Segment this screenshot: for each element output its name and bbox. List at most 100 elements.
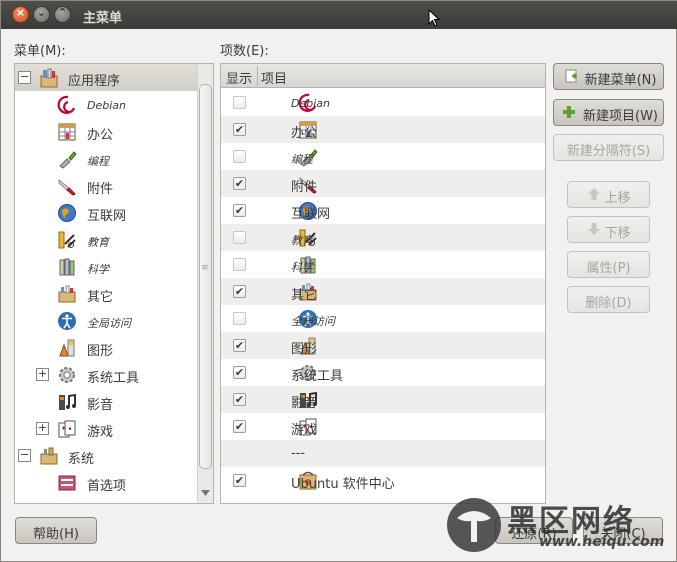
menus-label: 菜单(M): [14, 44, 66, 59]
table-row[interactable]: ✔ 办公 [221, 116, 545, 143]
show-checkbox[interactable]: ✔ [233, 204, 246, 217]
tree-item-label: 应用程序 [68, 74, 121, 89]
tree-item-label: 全局访问 [87, 317, 131, 330]
tree-item-label: 科学 [87, 263, 109, 276]
tree-item-label: 系统工具 [87, 371, 140, 386]
window-minimize-button[interactable]: ⌄ [33, 6, 50, 23]
item-label: 办公 [291, 126, 318, 141]
chevron-up-icon: ⌃ [57, 6, 68, 19]
tree-item[interactable]: Debian [15, 91, 198, 118]
menu-tree[interactable]: − 应用程序 Debian 办公编程附件互联网教育科学其它全局访问图形 + 系统工具影音 +… [14, 63, 214, 504]
new-item-button[interactable]: 新建项目(W) [553, 99, 664, 126]
show-checkbox[interactable]: ✔ [233, 177, 246, 190]
collapse-icon[interactable]: − [18, 449, 31, 462]
tree-item-label: 教育 [87, 236, 109, 249]
table-row[interactable]: ✔ 影音 [221, 386, 545, 413]
expand-icon[interactable]: + [36, 422, 49, 435]
move-up-button[interactable]: 上移 [567, 181, 650, 208]
watermark-logo-icon [447, 498, 501, 552]
show-checkbox[interactable]: ✔ [233, 285, 246, 298]
table-row[interactable]: ✔ 图形 [221, 332, 545, 359]
item-label: 游戏 [291, 423, 318, 438]
tree-item[interactable]: 科学 [15, 253, 198, 280]
table-row[interactable]: ✔ 互联网 [221, 197, 545, 224]
item-label: --- [291, 446, 306, 461]
item-label: 全局访问 [291, 315, 335, 328]
show-checkbox[interactable] [233, 96, 246, 109]
show-checkbox[interactable]: ✔ [233, 474, 246, 487]
tree-item[interactable]: 全局访问 [15, 307, 198, 334]
tree-item-label: 办公 [87, 128, 114, 143]
column-divider [257, 66, 258, 86]
show-checkbox[interactable] [233, 231, 246, 244]
window-title: 主菜单 [83, 11, 123, 26]
pane-grip-icon[interactable]: ≡ [201, 264, 209, 277]
item-label: 其它 [291, 288, 318, 303]
table-row[interactable]: ✔ 附件 [221, 170, 545, 197]
expand-icon[interactable]: + [36, 368, 49, 381]
show-checkbox[interactable] [233, 150, 246, 163]
table-row[interactable]: --- [221, 440, 545, 467]
show-checkbox[interactable]: ✔ [233, 123, 246, 136]
tree-item[interactable]: 办公 [15, 118, 198, 145]
tree-item[interactable]: − 系统 [15, 442, 198, 469]
table-row[interactable]: ✔ 系统工具 [221, 359, 545, 386]
collapse-icon[interactable]: − [18, 71, 31, 84]
items-table-header: 显示 项目 [221, 64, 545, 88]
item-label: 教育 [291, 234, 313, 247]
tree-item[interactable]: 教育 [15, 226, 198, 253]
watermark: 黑区网络 www.heiqu.com [441, 494, 677, 560]
tree-item[interactable]: 图形 [15, 334, 198, 361]
table-row[interactable]: Debian [221, 89, 545, 116]
window-close-button[interactable]: × [12, 6, 29, 23]
tree-item-label: 互联网 [87, 209, 127, 224]
tree-scrollbar[interactable] [197, 64, 213, 503]
tree-item-label: 影音 [87, 398, 114, 413]
delete-button[interactable]: 删除(D) [567, 286, 650, 313]
item-label: 系统工具 [291, 369, 344, 384]
title-bar[interactable]: × ⌄ ⌃ 主菜单 [1, 1, 677, 29]
tree-item[interactable]: 影音 [15, 388, 198, 415]
column-header-show[interactable]: 显示 [226, 68, 252, 87]
move-down-button[interactable]: 下移 [567, 216, 650, 243]
watermark-url: www.heiqu.com [539, 534, 665, 550]
table-row[interactable]: ✔ 其它 [221, 278, 545, 305]
show-checkbox[interactable]: ✔ [233, 420, 246, 433]
column-header-item[interactable]: 项目 [261, 68, 287, 87]
close-icon: × [15, 6, 26, 19]
show-checkbox[interactable] [233, 312, 246, 325]
show-checkbox[interactable] [233, 258, 246, 271]
main-menu-window: × ⌄ ⌃ 主菜单 菜单(M): 项数(E): − 应用程序 Debian 办公 编程附… [0, 0, 677, 562]
table-row[interactable]: 教育 [221, 224, 545, 251]
new-menu-button[interactable]: 新建菜单(N) [553, 63, 664, 90]
table-row[interactable]: 全局访问 [221, 305, 545, 332]
scroll-down-icon[interactable] [201, 490, 210, 496]
items-table[interactable]: 显示 项目 Debian ✔ 办公 编程 ✔ 附件 ✔ 互联网 教育 科学 ✔ 其它 全局访问 ✔ 图形 ✔ 系… [220, 63, 546, 504]
show-checkbox[interactable]: ✔ [233, 339, 246, 352]
table-row[interactable]: ✔ 游戏 [221, 413, 545, 440]
tree-item[interactable]: 互联网 [15, 199, 198, 226]
help-button[interactable]: 帮助(H) [15, 517, 97, 544]
chevron-down-icon: ⌄ [36, 6, 47, 19]
table-row[interactable]: ✔ Ubuntu 软件中心 [221, 467, 545, 494]
properties-button[interactable]: 属性(P) [567, 251, 650, 278]
item-label: 互联网 [291, 207, 331, 222]
tree-item-label: 游戏 [87, 425, 114, 440]
item-label: Debian [291, 97, 330, 110]
tree-item[interactable]: 其它 [15, 280, 198, 307]
show-checkbox[interactable]: ✔ [233, 366, 246, 379]
tree-item[interactable]: + 系统工具 [15, 361, 198, 388]
tree-item[interactable]: − 应用程序 [15, 64, 198, 91]
table-row[interactable]: 科学 [221, 251, 545, 278]
new-separator-button[interactable]: 新建分隔符(S) [553, 134, 664, 161]
tree-item[interactable]: 首选项 [15, 469, 198, 496]
item-label: 编程 [291, 153, 313, 166]
item-label: 科学 [291, 261, 313, 274]
table-row[interactable]: 编程 [221, 143, 545, 170]
tree-item[interactable]: 编程 [15, 145, 198, 172]
tree-item[interactable]: + 游戏 [15, 415, 198, 442]
tree-item[interactable]: 附件 [15, 172, 198, 199]
window-maximize-button[interactable]: ⌃ [54, 6, 71, 23]
tree-item-label: 编程 [87, 155, 109, 168]
show-checkbox[interactable]: ✔ [233, 393, 246, 406]
